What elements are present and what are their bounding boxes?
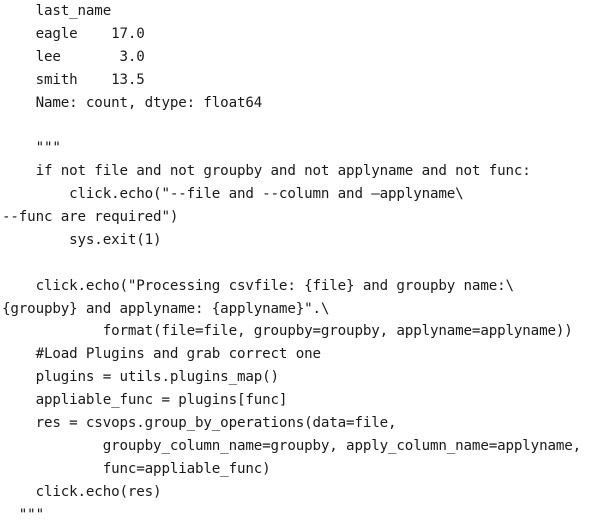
code-line: {groupby} and applyname: {applyname}".\ [2, 300, 330, 317]
code-line: lee 3.0 [2, 48, 145, 65]
code-line: last_name [2, 3, 112, 19]
code-line: smith 13.5 [2, 71, 145, 88]
code-line: func=appliable_func) [2, 460, 271, 477]
code-line: Name: count, dtype: float64 [2, 94, 263, 111]
code-line: """ [2, 140, 61, 157]
code-line: appliable_func = plugins[func] [2, 392, 288, 409]
code-line: click.echo("--file and --column and –app… [2, 186, 464, 203]
code-line: eagle 17.0 [2, 25, 145, 42]
code-line: format(file=file, groupby=groupby, apply… [2, 323, 573, 340]
code-line: --func are required") [2, 209, 179, 226]
code-line: groupby_column_name=groupby, apply_colum… [2, 437, 582, 454]
code-line: #Load Plugins and grab correct one [2, 346, 321, 363]
code-listing: last_name eagle 17.0 lee 3.0 smith 13.5 … [2, 0, 607, 526]
code-line: plugins = utils.plugins_map() [2, 369, 280, 386]
code-line: sys.exit(1) [2, 231, 162, 248]
code-line: click.echo(res) [2, 483, 162, 500]
code-line: if not file and not groupby and not appl… [2, 163, 531, 180]
code-line: click.echo("Processing csvfile: {file} a… [2, 277, 514, 294]
code-line: """ [2, 506, 44, 523]
code-line: res = csvops.group_by_operations(data=fi… [2, 415, 397, 432]
